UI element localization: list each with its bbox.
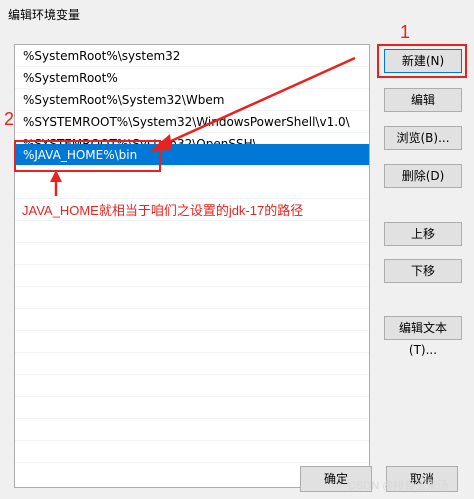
arrow-up-head — [50, 170, 62, 182]
edit-env-var-dialog: 编辑环境变量 %SystemRoot%\system32 %SystemRoot… — [0, 0, 474, 499]
arrow-to-java-home-head — [150, 134, 172, 151]
arrow-to-java-home-line — [159, 56, 356, 148]
annotation-arrows — [50, 56, 356, 196]
watermark: CSDN @排骨玉米汤 — [348, 480, 449, 492]
